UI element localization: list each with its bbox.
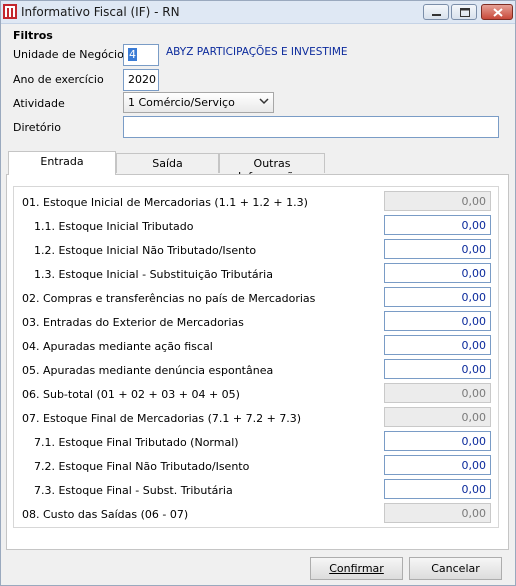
maximize-icon <box>460 8 470 17</box>
field-row: 06. Sub-total (01 + 02 + 03 + 04 + 05) 0,… <box>1 383 516 405</box>
dialog-window: Informativo Fiscal (IF) - RN Filtros Uni… <box>0 0 516 586</box>
value-input[interactable]: 0,00 <box>384 287 491 307</box>
title-bar[interactable]: Informativo Fiscal (IF) - RN <box>1 1 515 24</box>
value-input[interactable]: 0,00 <box>384 311 491 331</box>
tab-outras-informacoes[interactable]: Outras Informações <box>219 153 325 183</box>
cancel-button[interactable]: Cancelar <box>409 557 502 580</box>
field-row: 1.2. Estoque Inicial Não Tributado/Isent… <box>1 239 516 261</box>
value-input[interactable]: 0,00 <box>384 479 491 499</box>
diretorio-input[interactable] <box>123 116 499 138</box>
close-button[interactable] <box>481 4 513 20</box>
value-input[interactable]: 0,00 <box>384 239 491 259</box>
field-row: 7.2. Estoque Final Não Tributado/Isento 0… <box>1 455 516 477</box>
field-label: 1.1. Estoque Inicial Tributado <box>34 220 194 233</box>
app-logo-icon <box>3 4 17 19</box>
field-row: 01. Estoque Inicial de Mercadorias (1.1 … <box>1 191 516 213</box>
minimize-icon <box>432 14 441 16</box>
value-input[interactable]: 0,00 <box>384 263 491 283</box>
field-row: 7.1. Estoque Final Tributado (Normal) 0,0… <box>1 431 516 453</box>
field-row: 1.3. Estoque Inicial - Substituição Trib… <box>1 263 516 285</box>
field-row: 03. Entradas do Exterior de Mercadorias 0… <box>1 311 516 333</box>
value-input[interactable]: 0,00 <box>384 359 491 379</box>
value-readonly: 0,00 <box>384 383 491 403</box>
atividade-select[interactable]: 1 Comércio/Serviço <box>123 92 274 113</box>
minimize-button[interactable] <box>423 4 449 20</box>
field-row: 08. Custo das Saídas (06 - 07) 0,00 <box>1 503 516 525</box>
field-row: 07. Estoque Final de Mercadorias (7.1 + … <box>1 407 516 429</box>
field-row: 7.3. Estoque Final - Subst. Tributária 0,… <box>1 479 516 501</box>
value-readonly: 0,00 <box>384 191 491 211</box>
unidade-input[interactable]: 4 <box>123 44 159 66</box>
unidade-label: Unidade de Negócio <box>13 48 124 61</box>
field-row: 02. Compras e transferências no país de … <box>1 287 516 309</box>
ano-label: Ano de exercício <box>13 73 104 86</box>
atividade-label: Atividade <box>13 97 65 110</box>
field-label: 7.1. Estoque Final Tributado (Normal) <box>34 436 239 449</box>
field-label: 07. Estoque Final de Mercadorias (7.1 + … <box>22 412 302 425</box>
field-row: 1.1. Estoque Inicial Tributado 0,00 <box>1 215 516 237</box>
value-input[interactable]: 0,00 <box>384 335 491 355</box>
field-label: 05. Apuradas mediante denúncia espontâne… <box>22 364 274 377</box>
value-input[interactable]: 0,00 <box>384 215 491 235</box>
field-label: 7.2. Estoque Final Não Tributado/Isento <box>34 460 250 473</box>
diretorio-label: Diretório <box>13 121 61 134</box>
window-title: Informativo Fiscal (IF) - RN <box>21 5 180 19</box>
field-label: 08. Custo das Saídas (06 - 07) <box>22 508 189 521</box>
confirm-button[interactable]: Confirmar <box>310 557 403 580</box>
tab-entrada[interactable]: Entrada <box>8 151 116 175</box>
field-row: 04. Apuradas mediante ação fiscal 0,00 <box>1 335 516 357</box>
field-label: 7.3. Estoque Final - Subst. Tributária <box>34 484 233 497</box>
unidade-name: ABYZ PARTICIPAÇÕES E INVESTIME <box>166 46 348 58</box>
maximize-button[interactable] <box>451 4 477 20</box>
field-label: 1.3. Estoque Inicial - Substituição Trib… <box>34 268 273 281</box>
value-input[interactable]: 0,00 <box>384 431 491 451</box>
field-label: 02. Compras e transferências no país de … <box>22 292 316 305</box>
field-label: 04. Apuradas mediante ação fiscal <box>22 340 213 353</box>
field-label: 06. Sub-total (01 + 02 + 03 + 04 + 05) <box>22 388 240 401</box>
value-input[interactable]: 0,00 <box>384 455 491 475</box>
ano-input[interactable]: 2020 <box>123 69 159 91</box>
close-icon <box>493 8 503 17</box>
filters-section-title: Filtros <box>13 29 53 42</box>
field-row: 05. Apuradas mediante denúncia espontâne… <box>1 359 516 381</box>
tab-saida[interactable]: Saída <box>116 153 219 173</box>
chevron-down-icon <box>259 98 269 105</box>
value-readonly: 0,00 <box>384 407 491 427</box>
atividade-selected-value: 1 Comércio/Serviço <box>128 96 235 109</box>
field-label: 1.2. Estoque Inicial Não Tributado/Isent… <box>34 244 257 257</box>
field-label: 03. Entradas do Exterior de Mercadorias <box>22 316 244 329</box>
field-label: 01. Estoque Inicial de Mercadorias (1.1 … <box>22 196 308 209</box>
value-readonly: 0,00 <box>384 503 491 523</box>
